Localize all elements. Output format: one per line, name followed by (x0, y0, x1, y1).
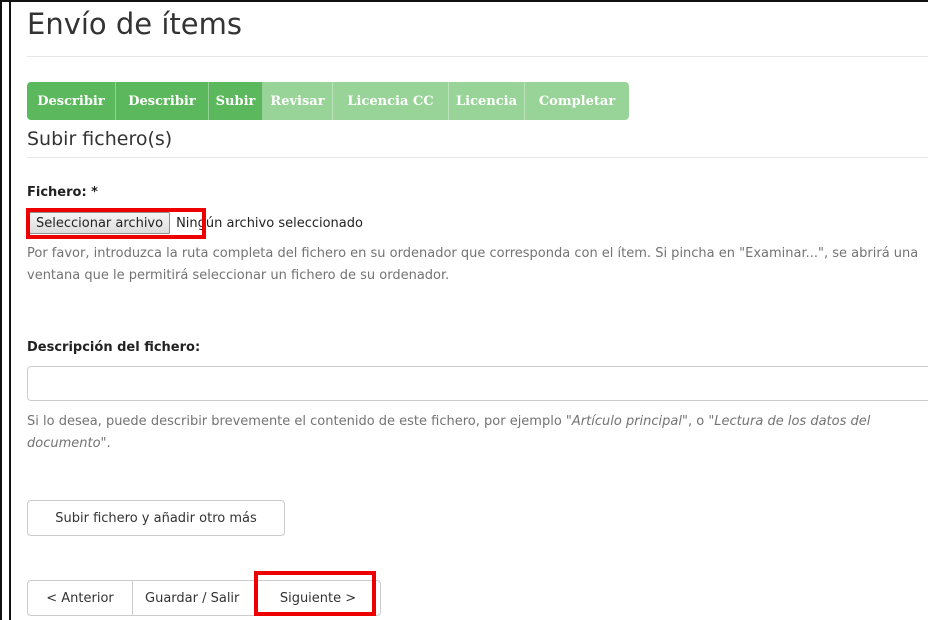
upload-another-button[interactable]: Subir fichero y añadir otro más (27, 500, 285, 536)
description-input[interactable] (27, 366, 928, 401)
save-exit-button[interactable]: Guardar / Salir (132, 580, 256, 616)
step-describir-2[interactable]: Describir (116, 82, 209, 120)
submission-steps: Describir Describir Subir Revisar Licenc… (27, 82, 629, 120)
section-divider (27, 157, 928, 158)
step-describir-1[interactable]: Describir (27, 82, 116, 120)
help-suffix: ". (100, 436, 111, 451)
description-help-text: Si lo desea, puede describir brevemente … (27, 411, 917, 455)
step-licencia-cc: Licencia CC (333, 82, 449, 120)
select-file-button[interactable]: Seleccionar archivo (29, 212, 171, 234)
description-field-label: Descripción del fichero: (27, 340, 201, 355)
navigation-buttons: < Anterior Guardar / Salir Siguiente > (27, 580, 381, 616)
step-revisar: Revisar (263, 82, 333, 120)
file-help-text: Por favor, introduzca la ruta completa d… (27, 246, 919, 283)
title-divider (27, 56, 928, 57)
file-input[interactable]: Seleccionar archivo Ningún archivo selec… (29, 212, 363, 234)
previous-button[interactable]: < Anterior (27, 580, 133, 616)
step-subir[interactable]: Subir (209, 82, 263, 120)
next-button[interactable]: Siguiente > (255, 580, 381, 616)
help-example-1: Artículo principal (571, 414, 682, 429)
file-status-text: Ningún archivo seleccionado (176, 215, 363, 231)
section-title: Subir fichero(s) (27, 128, 173, 150)
page-title: Envío de ítems (27, 7, 242, 41)
step-licencia: Licencia (449, 82, 525, 120)
file-field-label: Fichero: * (27, 185, 98, 200)
help-middle: ", o " (681, 414, 715, 429)
step-completar: Completar (525, 82, 629, 120)
left-border-line (9, 0, 11, 620)
help-prefix: Si lo desea, puede describir brevemente … (27, 414, 572, 429)
